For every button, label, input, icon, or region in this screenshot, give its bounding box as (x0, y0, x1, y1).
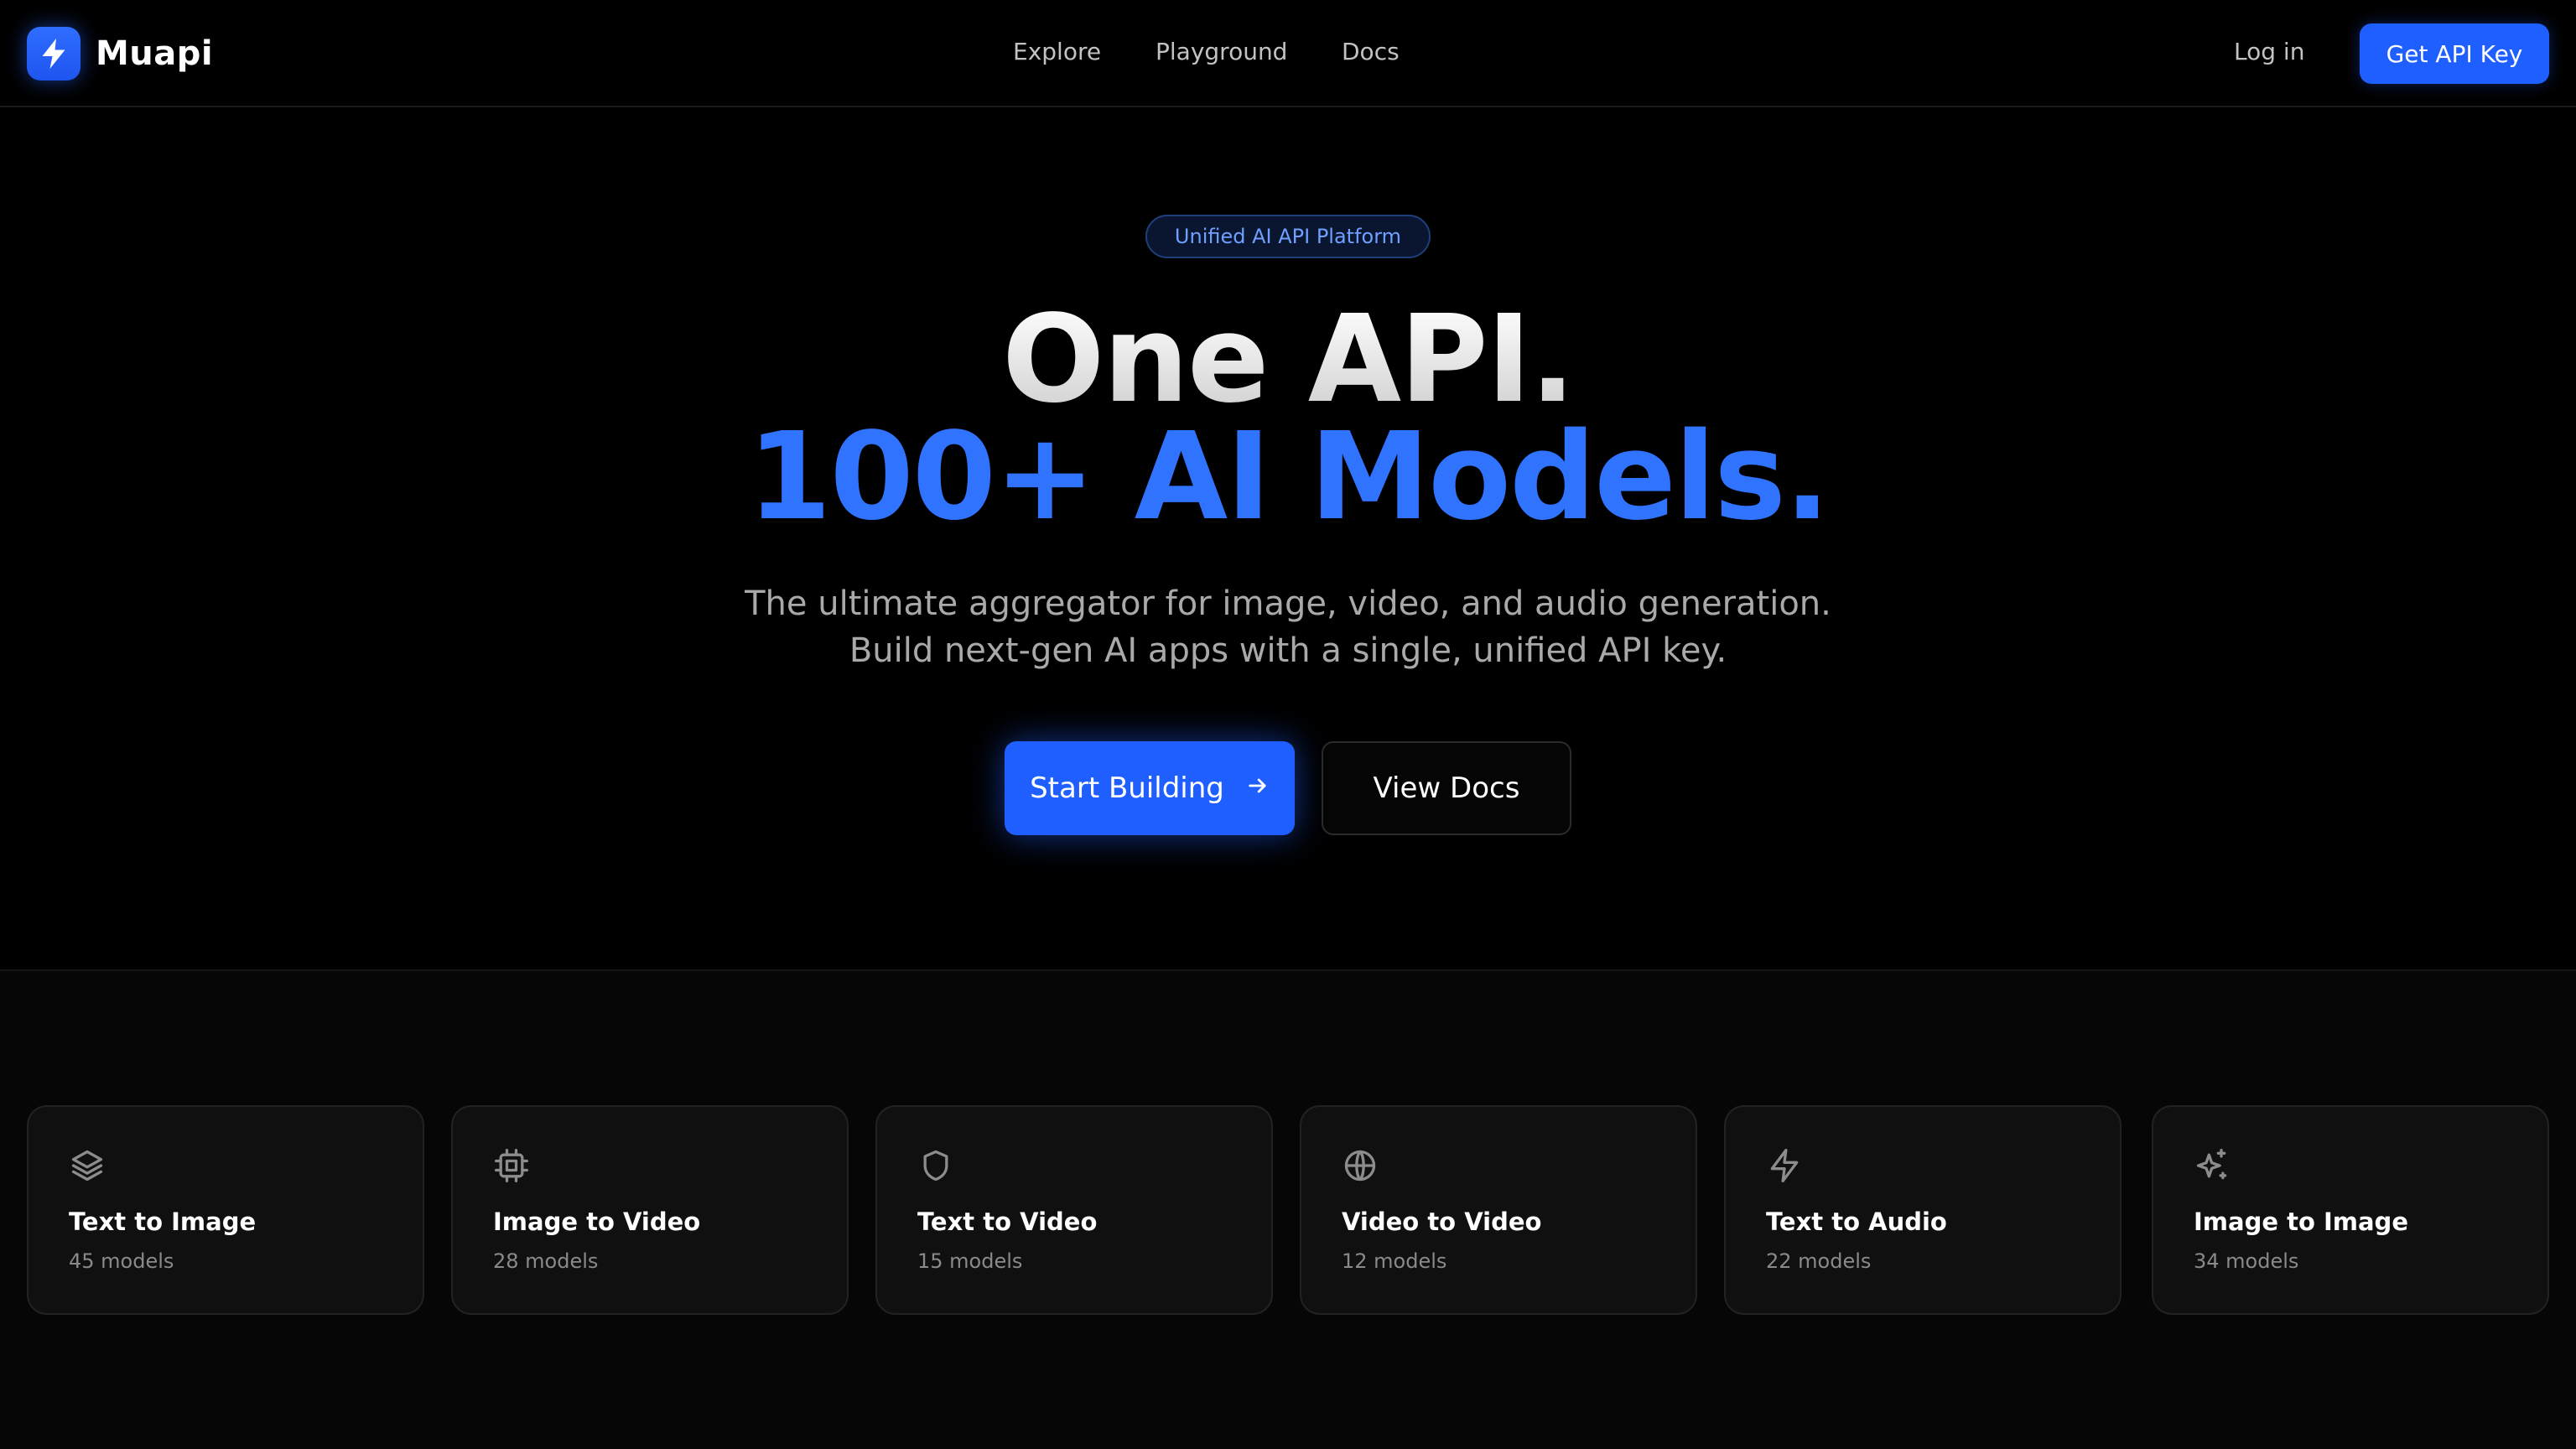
cpu-chip-icon (493, 1147, 530, 1184)
category-count: 22 models (1766, 1249, 1872, 1273)
hero-subtitle-line1: The ultimate aggregator for image, video… (745, 584, 1831, 623)
start-building-label: Start Building (1030, 771, 1224, 805)
lightning-icon (27, 27, 80, 80)
category-title: Text to Audio (1766, 1208, 1947, 1236)
brand[interactable]: Muapi (27, 27, 213, 80)
lightning-icon (1766, 1147, 1803, 1184)
category-card-image-to-image[interactable]: Image to Image 34 models (2152, 1105, 2549, 1315)
category-count: 34 models (2194, 1249, 2299, 1273)
hero-headline-line1: One API. (0, 299, 2576, 419)
globe-icon (1342, 1147, 1379, 1184)
category-card-text-to-image[interactable]: Text to Image 45 models (27, 1105, 424, 1315)
category-card-video-to-video[interactable]: Video to Video 12 models (1300, 1105, 1697, 1315)
top-nav: Muapi Explore Playground Docs Log in Get… (0, 0, 2576, 107)
category-cards: Text to Image 45 models Image to Video 2… (27, 1105, 2549, 1315)
nav-link-playground[interactable]: Playground (1156, 34, 1287, 70)
category-title: Image to Video (493, 1208, 701, 1236)
category-title: Text to Image (69, 1208, 257, 1236)
category-card-text-to-audio[interactable]: Text to Audio 22 models (1724, 1105, 2122, 1315)
hero-badge: Unified AI API Platform (1145, 215, 1431, 258)
category-count: 28 models (493, 1249, 599, 1273)
page: Muapi Explore Playground Docs Log in Get… (0, 0, 2576, 1449)
hero-headline-line2: 100+ AI Models. (747, 406, 1830, 547)
category-card-image-to-video[interactable]: Image to Video 28 models (451, 1105, 849, 1315)
sparkles-icon (2194, 1147, 2231, 1184)
login-link[interactable]: Log in (2234, 34, 2304, 70)
get-api-key-button[interactable]: Get API Key (2360, 23, 2549, 84)
category-count: 45 models (69, 1249, 174, 1273)
nav-link-explore[interactable]: Explore (1013, 34, 1101, 70)
category-card-text-to-video[interactable]: Text to Video 15 models (875, 1105, 1273, 1315)
category-title: Video to Video (1342, 1208, 1542, 1236)
nav-link-docs[interactable]: Docs (1342, 34, 1400, 70)
brand-name: Muapi (96, 34, 214, 73)
arrow-right-icon (1246, 771, 1270, 805)
category-title: Text to Video (917, 1208, 1098, 1236)
category-title: Image to Image (2194, 1208, 2408, 1236)
layers-icon (69, 1147, 106, 1184)
category-count: 12 models (1342, 1249, 1447, 1273)
shield-icon (917, 1147, 954, 1184)
view-docs-button[interactable]: View Docs (1322, 741, 1571, 835)
category-count: 15 models (917, 1249, 1023, 1273)
start-building-button[interactable]: Start Building (1005, 741, 1295, 835)
categories-section: Text to Image 45 models Image to Video 2… (0, 969, 2576, 1449)
hero-subtitle-line2: Build next-gen AI apps with a single, un… (849, 631, 1727, 670)
